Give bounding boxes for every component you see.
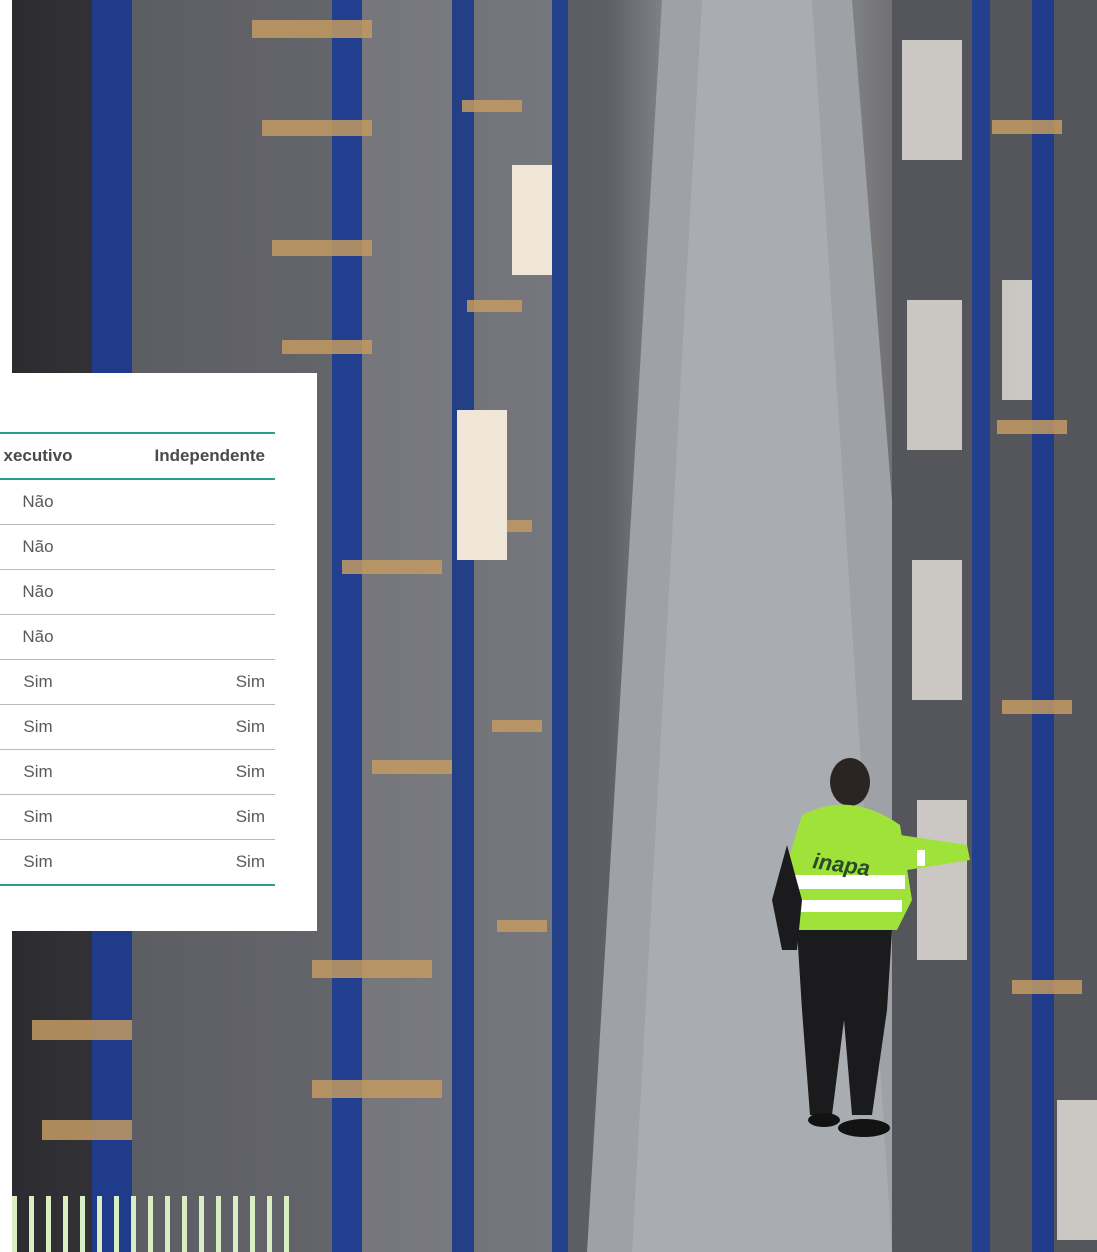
table-row: Não [0, 570, 275, 615]
table-row: Não [0, 615, 275, 660]
cell-independente: Sim [235, 852, 265, 871]
stripe [284, 1196, 289, 1252]
white-box [512, 165, 552, 275]
left-rack-upright [552, 0, 568, 1252]
left-pallets [362, 0, 452, 1252]
stripe [29, 1196, 34, 1252]
cell-executivo: Não [22, 492, 54, 511]
cell-independente: Sim [235, 807, 265, 826]
cell-independente: Sim [235, 672, 265, 691]
stripe [233, 1196, 238, 1252]
stripe [131, 1196, 136, 1252]
header-independente: Independente [154, 446, 265, 465]
cell-executivo: Sim [23, 807, 53, 826]
cell-executivo: Não [22, 537, 54, 556]
stripe [80, 1196, 85, 1252]
cell-executivo: Sim [23, 852, 53, 871]
table-row: Sim Sim [0, 750, 275, 795]
left-rack-upright [332, 0, 362, 1252]
header-executivo: xecutivo [3, 446, 73, 465]
stripe [267, 1196, 272, 1252]
stripe [148, 1196, 153, 1252]
table-header-row: xecutivo Independente [0, 434, 275, 480]
cell-executivo: Não [22, 582, 54, 601]
stripe [46, 1196, 51, 1252]
stripe [182, 1196, 187, 1252]
table-card: xecutivo Independente Não Não Não Não Si… [0, 373, 317, 931]
stripe [97, 1196, 102, 1252]
right-rack-upright [1032, 0, 1054, 1252]
cell-executivo: Sim [23, 717, 53, 736]
decorative-stripes [12, 1196, 317, 1252]
cell-executivo: Sim [23, 762, 53, 781]
white-box [457, 410, 507, 560]
cell-executivo: Sim [23, 672, 53, 691]
board-table: xecutivo Independente Não Não Não Não Si… [0, 432, 275, 886]
stripe [216, 1196, 221, 1252]
stripe [63, 1196, 68, 1252]
cell-independente: Sim [235, 762, 265, 781]
cell-independente: Sim [235, 717, 265, 736]
cell-executivo: Não [22, 627, 54, 646]
table-row: Não [0, 525, 275, 570]
table-row: Sim Sim [0, 660, 275, 705]
stripe [114, 1196, 119, 1252]
stripe [250, 1196, 255, 1252]
stripe [12, 1196, 17, 1252]
table-row: Sim Sim [0, 795, 275, 840]
right-rack-upright [972, 0, 990, 1252]
left-rack-upright [452, 0, 474, 1252]
table-row: Sim Sim [0, 840, 275, 886]
stripe [165, 1196, 170, 1252]
stripe [199, 1196, 204, 1252]
table-row: Não [0, 480, 275, 525]
table-row: Sim Sim [0, 705, 275, 750]
